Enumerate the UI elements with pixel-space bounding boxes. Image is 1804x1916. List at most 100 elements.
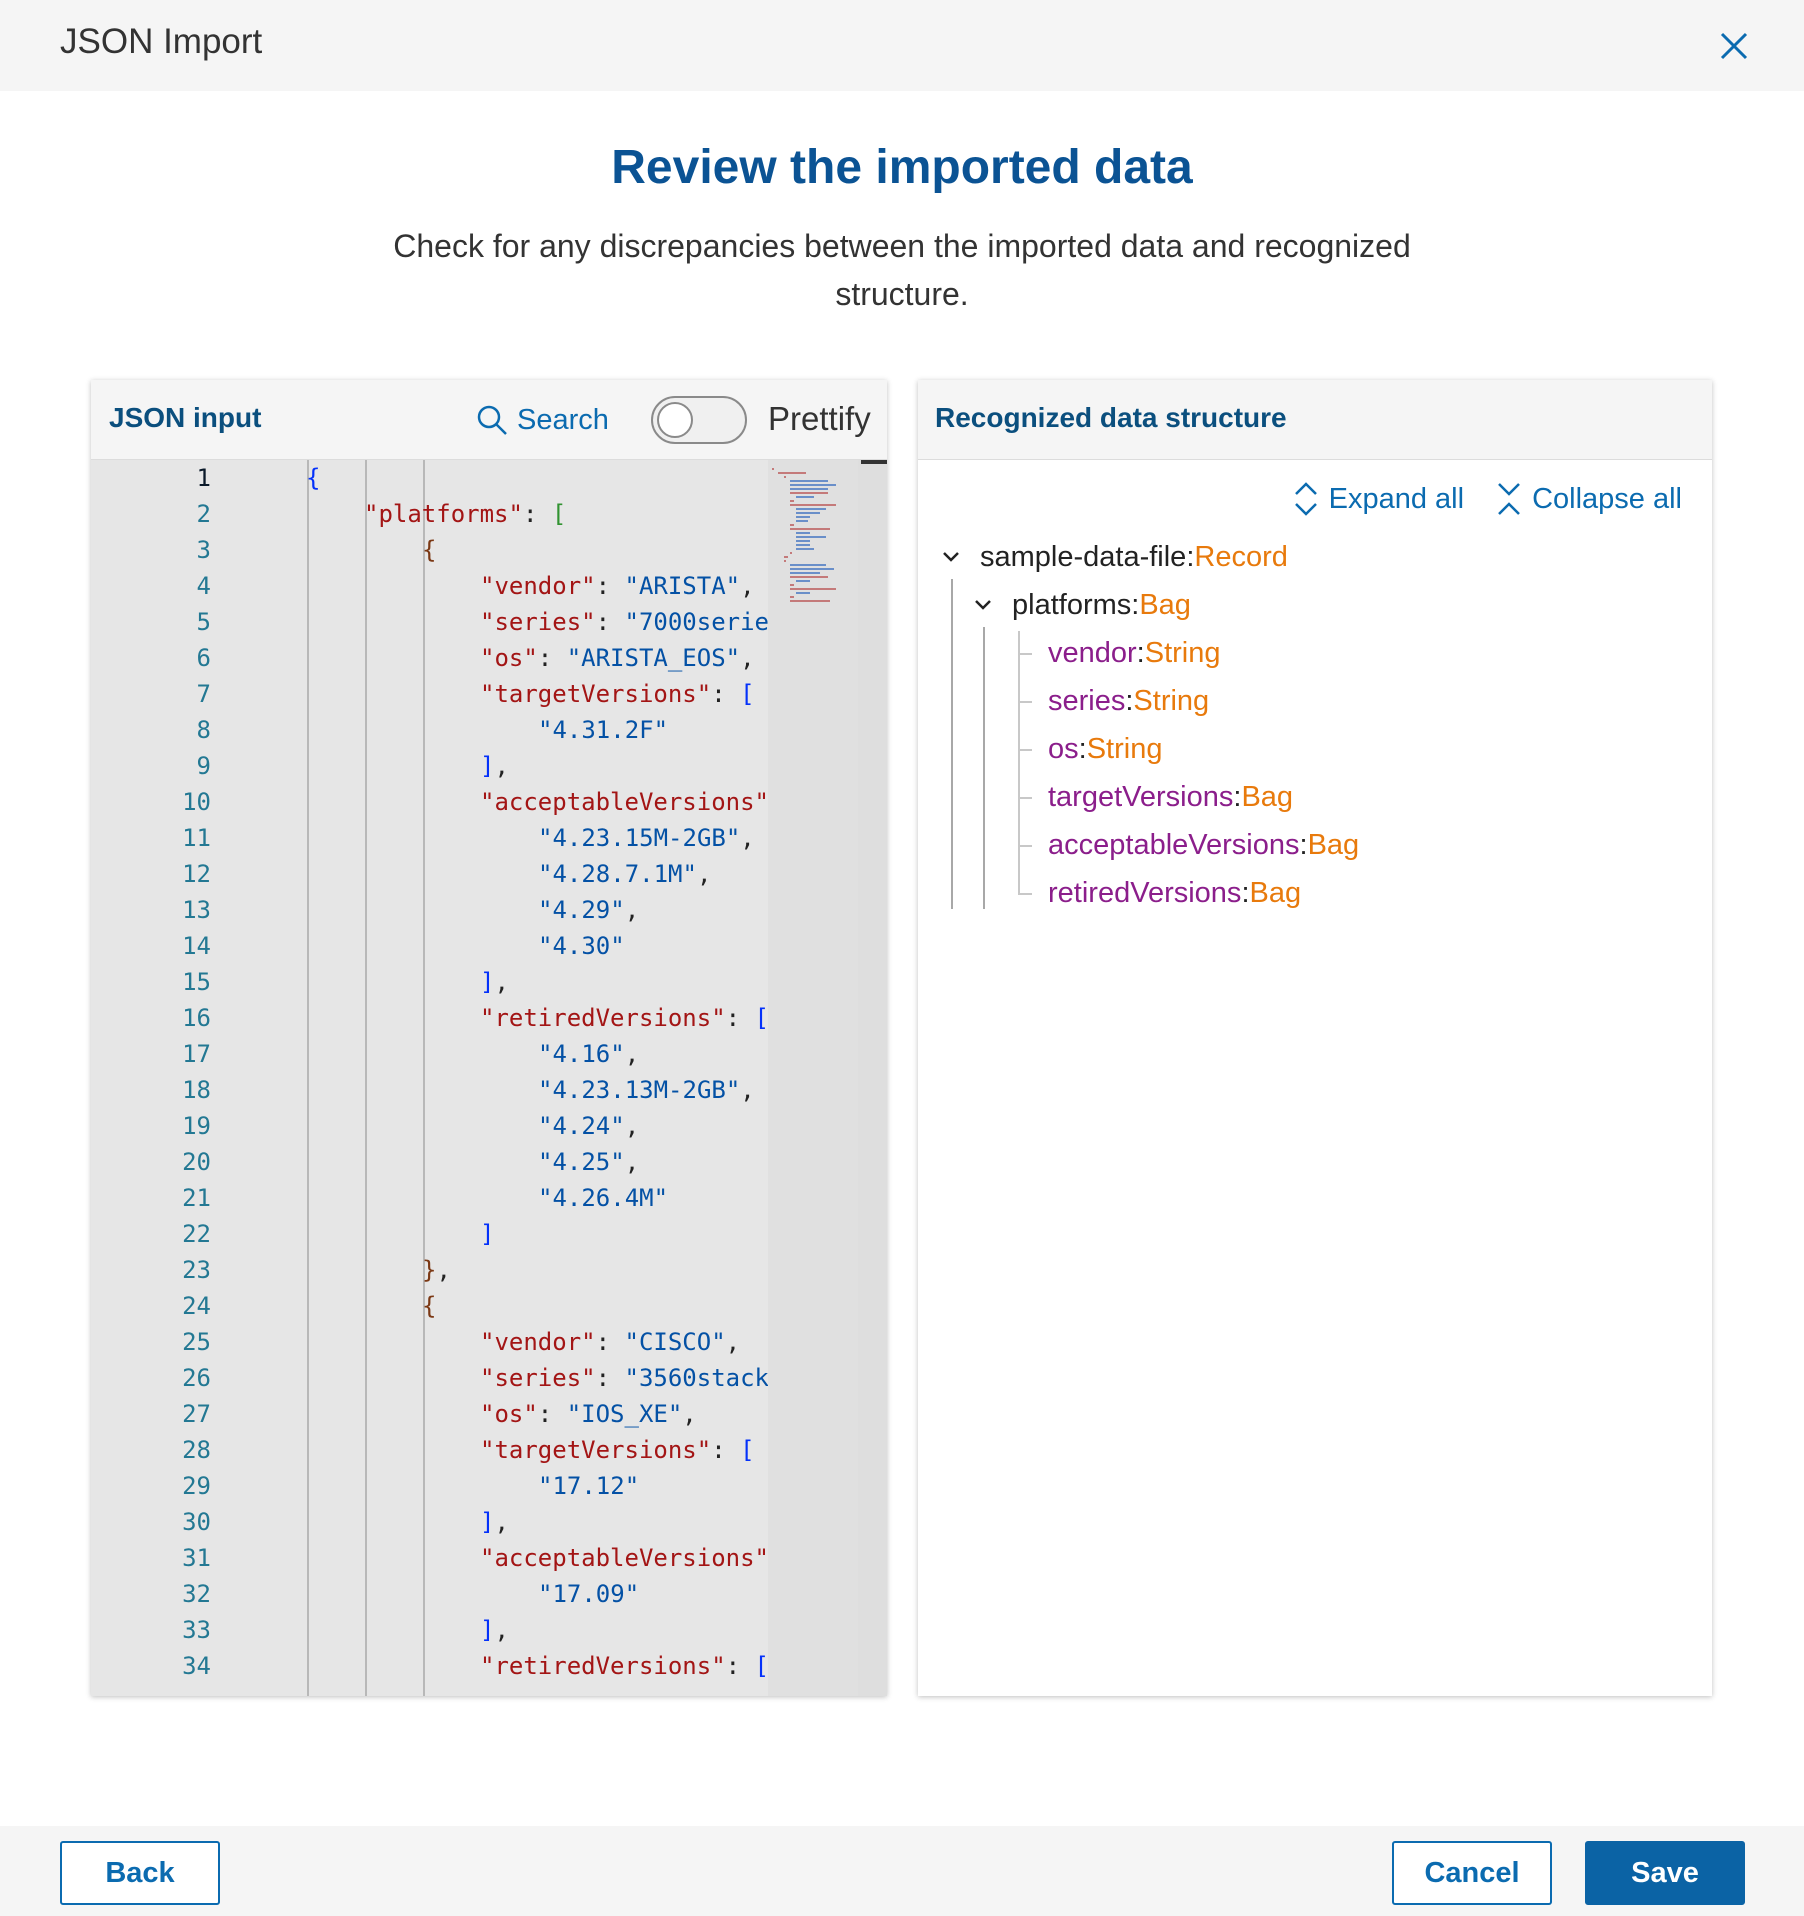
field-type: Bag: [1241, 780, 1294, 813]
tree-node-field[interactable]: vendor: String: [1048, 631, 1221, 675]
code-line[interactable]: {: [216, 460, 768, 496]
code-token: ]: [480, 1616, 495, 1644]
code-line[interactable]: "4.25",: [216, 1144, 768, 1180]
code-line[interactable]: "4.24",: [216, 1108, 768, 1144]
code-token: ,: [624, 1040, 640, 1068]
node-name: sample-data-file: [980, 540, 1187, 573]
code-token: :: [537, 644, 567, 672]
tree-actions: Expand all Collapse all: [1291, 480, 1682, 518]
code-token: :: [537, 1400, 567, 1428]
code-line[interactable]: "acceptableVersions": [: [216, 784, 812, 820]
code-line[interactable]: "series": "7000series",: [216, 604, 812, 640]
code-line[interactable]: "platforms": [: [216, 496, 768, 532]
tree-node-field[interactable]: os: String: [1048, 727, 1162, 771]
code-line[interactable]: ],: [216, 1504, 768, 1540]
back-button[interactable]: Back: [60, 1841, 220, 1905]
code-line[interactable]: ],: [216, 1612, 768, 1648]
code-line[interactable]: "acceptableVersions": [: [216, 1540, 812, 1576]
code-line[interactable]: "4.28.7.1M",: [216, 856, 768, 892]
json-editor[interactable]: 1 2 3 4 5 6 7 8 9 10 11 12 13 14 15 16 17 18 19 20 21 22 23 24 2…: [91, 460, 887, 1696]
code-area[interactable]: {"platforms": [{"vendor": "ARISTA", "seri…: [216, 460, 812, 1696]
tree-node-root[interactable]: sample-data-file: Record: [938, 535, 1288, 579]
code-token: :: [711, 1436, 741, 1464]
code-line[interactable]: "targetVersions": [: [216, 1432, 768, 1468]
code-line[interactable]: "4.16",: [216, 1036, 768, 1072]
code-line[interactable]: "4.23.13M-2GB",: [216, 1072, 768, 1108]
code-line[interactable]: "targetVersions": [: [216, 676, 768, 712]
data-structure-header: Recognized data structure: [918, 380, 1712, 460]
code-line[interactable]: {: [216, 532, 768, 568]
expand-all-button[interactable]: Expand all: [1291, 480, 1464, 518]
field-colon: :: [1299, 828, 1308, 861]
code-line[interactable]: "4.30": [216, 928, 768, 964]
editor-minimap[interactable]: [768, 460, 858, 1696]
minimap-line: [790, 600, 830, 602]
code-token: "retiredVersions": [480, 1652, 726, 1680]
expand-icon: [1294, 482, 1317, 516]
line-number: 14: [182, 932, 211, 960]
code-token: ,: [740, 1076, 755, 1104]
prettify-toggle[interactable]: [651, 396, 747, 444]
code-line[interactable]: {: [216, 1288, 768, 1324]
code-line[interactable]: "vendor": "CISCO",: [216, 1324, 768, 1360]
tree-node-field[interactable]: series: String: [1048, 679, 1209, 723]
code-token: "4.16": [538, 1040, 625, 1068]
minimap-line: [790, 568, 834, 570]
chevron-down-icon[interactable]: [970, 592, 996, 618]
code-line[interactable]: "17.09": [216, 1576, 768, 1612]
minimap-line: [796, 592, 810, 594]
save-button[interactable]: Save: [1585, 1841, 1745, 1905]
code-token: "4.23.13M-2GB": [538, 1076, 741, 1104]
tree-branch-line: [1018, 653, 1032, 655]
code-token: :: [595, 1364, 625, 1392]
code-token: :: [725, 1004, 755, 1032]
code-line[interactable]: "4.26.4M": [216, 1180, 768, 1216]
tree-branch-line: [1018, 893, 1032, 895]
code-token: "4.28.7.1M": [538, 860, 697, 888]
tree-node-platforms[interactable]: platforms: Bag: [970, 583, 1191, 627]
search-button[interactable]: Search: [475, 401, 609, 439]
code-line[interactable]: "os": "IOS_XE",: [216, 1396, 768, 1432]
tree-node-field[interactable]: targetVersions: Bag: [1048, 775, 1293, 819]
node-name: platforms: [1012, 588, 1132, 621]
minimap-line: [790, 596, 794, 598]
tree-node-field[interactable]: retiredVersions: Bag: [1048, 871, 1301, 915]
field-colon: :: [1241, 876, 1250, 909]
code-line[interactable]: "retiredVersions": [: [216, 1000, 769, 1036]
code-line[interactable]: "4.23.15M-2GB",: [216, 820, 768, 856]
line-number: 32: [182, 1580, 211, 1608]
tree-node-field[interactable]: acceptableVersions: Bag: [1048, 823, 1359, 867]
code-line[interactable]: ],: [216, 748, 768, 784]
code-line[interactable]: ],: [216, 964, 768, 1000]
chevron-down-icon[interactable]: [938, 544, 964, 570]
code-line[interactable]: "os": "ARISTA_EOS",: [216, 640, 768, 676]
close-icon[interactable]: [1712, 24, 1756, 68]
tree-guide-line: [983, 627, 985, 909]
collapse-all-button[interactable]: Collapse all: [1494, 480, 1682, 518]
cancel-button[interactable]: Cancel: [1392, 1841, 1552, 1905]
line-number: 29: [182, 1472, 211, 1500]
code-token: ]: [480, 968, 495, 996]
code-line[interactable]: "17.12": [216, 1468, 768, 1504]
minimap-line: [790, 588, 836, 590]
code-line[interactable]: "retiredVersions": [: [216, 1648, 769, 1684]
code-line[interactable]: "4.29",: [216, 892, 768, 928]
code-token: :: [711, 680, 741, 708]
line-number: 6: [196, 644, 211, 672]
code-line[interactable]: "vendor": "ARISTA",: [216, 568, 768, 604]
code-line[interactable]: },: [216, 1252, 768, 1288]
scrollbar-thumb[interactable]: [861, 460, 887, 464]
tree-guide-line: [1018, 631, 1020, 893]
line-number: 18: [182, 1076, 211, 1104]
code-line[interactable]: "series": "3560stack",: [216, 1360, 798, 1396]
minimap-line: [796, 512, 820, 514]
line-number: 22: [182, 1220, 211, 1248]
minimap-line: [784, 476, 786, 478]
code-line[interactable]: "4.31.2F": [216, 712, 768, 748]
code-token: "4.24": [538, 1112, 625, 1140]
minimap-line: [796, 580, 810, 582]
code-line[interactable]: ]: [216, 1216, 768, 1252]
code-token: :: [595, 572, 625, 600]
node-colon: :: [1186, 540, 1195, 573]
editor-scrollbar[interactable]: [858, 460, 887, 1696]
